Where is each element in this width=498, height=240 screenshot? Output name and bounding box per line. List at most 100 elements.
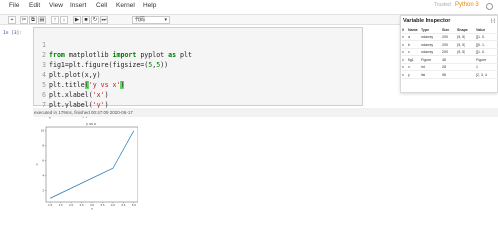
menu-view[interactable]: View: [49, 2, 63, 9]
menu-help[interactable]: Help: [143, 2, 156, 9]
table-row[interactable]: x y list 96 [2, 3, 4: [402, 71, 498, 79]
cut-icon[interactable]: ✂: [20, 16, 28, 24]
menu-cell[interactable]: Cell: [96, 2, 107, 9]
x-tick-label: 3.5: [100, 203, 104, 207]
column-header: X: [402, 27, 405, 32]
x-axis-label: x: [91, 207, 93, 211]
table-cell: y: [408, 72, 410, 77]
table-cell: list: [421, 72, 426, 77]
table-cell: 28: [442, 65, 446, 69]
restart-icon[interactable]: ↻: [91, 16, 99, 24]
cell-prompt: In [3]:: [3, 31, 22, 36]
code-line: 1 from matplotlib import pyplot as plt: [34, 30, 362, 59]
table-cell: [[0. 1.: [476, 42, 485, 47]
table-cell[interactable]: x: [402, 58, 404, 62]
x-tick-label: 1.5: [59, 203, 63, 207]
y-tick-label: 10: [41, 129, 45, 133]
table-row[interactable]: x c ndarray 200 (5, 5) [[1. 0.: [402, 49, 498, 56]
code-line: 3 plt.plot(x,y): [34, 50, 362, 79]
table-cell: [2, 3, 4: [476, 72, 487, 77]
table-cell[interactable]: x: [402, 43, 404, 47]
run-icon[interactable]: ▶: [73, 16, 81, 24]
plot-output: y vs x 1.0 1.5 2.0 2.5 3.0 3.5 4.0 4.5 5.0 2 4 6 8 10…: [33, 121, 139, 211]
x-tick-label: 2.5: [79, 203, 83, 207]
x-tick-label: 4.0: [111, 203, 115, 207]
variable-table: X Name Type Size Shape Value x a ndarray 200 (5, 5…: [402, 26, 498, 79]
x-tick-label: 5.0: [132, 203, 136, 207]
menu-kernel[interactable]: Kernel: [116, 2, 135, 9]
table-cell: int: [421, 65, 425, 69]
cell-type-select[interactable]: 代码 ▾: [132, 16, 170, 24]
table-cell: ndarray: [421, 35, 434, 39]
table-cell: (5, 5): [457, 50, 466, 54]
y-tick-label: 6: [42, 159, 44, 163]
y-tick-label: 4: [42, 174, 44, 178]
table-cell: b: [408, 42, 410, 47]
line-chart: y vs x 1.0 1.5 2.0 2.5 3.0 3.5 4.0 4.5 5.0246810…: [36, 122, 139, 211]
table-cell[interactable]: x: [402, 73, 404, 77]
cell-type-value: 代码: [135, 17, 146, 23]
table-cell: (5, 5): [457, 35, 466, 39]
column-header: Shape: [457, 27, 468, 32]
copy-icon[interactable]: ⧉: [29, 16, 37, 24]
code-line: 2 fig1=plt.figure(figsize=(5,5)): [34, 40, 362, 69]
table-row[interactable]: x x int 28 1: [402, 64, 498, 71]
table-cell: [[1. 0.: [476, 50, 485, 54]
code-line: 6 plt.ylabel('y'): [34, 80, 362, 109]
code-line: 4 plt.title('y vs x'): [34, 60, 362, 89]
table-header-row: X Name Type Size Shape Value: [402, 26, 498, 34]
variable-inspector-title: Variable Inspector: [403, 18, 451, 24]
table-cell: 1: [476, 65, 478, 69]
move-down-icon[interactable]: ↓: [60, 16, 68, 24]
stop-icon[interactable]: ■: [82, 16, 90, 24]
table-cell[interactable]: x: [402, 50, 404, 54]
move-up-icon[interactable]: ↑: [51, 16, 59, 24]
table-row[interactable]: x b ndarray 200 (5, 5) [[0. 1.: [402, 41, 498, 49]
table-cell: Figure: [476, 57, 487, 62]
x-tick-label: 2.0: [69, 203, 73, 207]
table-cell: 200: [442, 42, 448, 47]
code-cell-editor[interactable]: 1 from matplotlib import pyplot as plt 2…: [33, 27, 363, 119]
column-header: Value: [476, 27, 486, 32]
paste-icon[interactable]: ▤: [38, 16, 46, 24]
code-line: 5 plt.xlabel('x'): [34, 70, 362, 99]
code-line: 7 plt.show(): [34, 90, 362, 119]
trusted-indicator[interactable]: Trusted: [434, 2, 451, 8]
save-icon[interactable]: +: [8, 16, 16, 24]
chevron-down-icon: ▾: [164, 17, 167, 23]
table-cell[interactable]: x: [402, 35, 404, 39]
table-cell[interactable]: x: [402, 65, 404, 69]
column-header: Size: [442, 27, 450, 32]
table-cell: 200: [442, 35, 448, 39]
notebook-window: File Edit View Insert Cell Kernel Help T…: [0, 0, 498, 210]
y-axis-label: y: [36, 162, 38, 166]
x-tick-label: 1.0: [48, 203, 52, 207]
chart-title: y vs x: [86, 122, 96, 126]
menu-bar: File Edit View Insert Cell Kernel Help T…: [0, 0, 498, 13]
table-cell: a: [408, 35, 410, 39]
variable-inspector-panel[interactable]: Variable Inspector [-] X Name Type Size Shap…: [400, 15, 498, 93]
collapse-button[interactable]: [-]: [491, 18, 495, 23]
table-row[interactable]: x a ndarray 200 (5, 5) [[1. 0.: [402, 34, 498, 41]
table-cell: 48: [442, 57, 446, 62]
execution-info: executed in 179ms, finished 00:47:09 202…: [33, 108, 498, 117]
table-cell: x: [408, 65, 410, 69]
table-cell: ndarray: [421, 50, 434, 54]
plot-area: [45, 126, 139, 203]
run-all-icon[interactable]: ⏭: [100, 16, 108, 24]
table-cell: 200: [442, 50, 448, 54]
y-tick-label: 8: [42, 144, 44, 148]
menu-edit[interactable]: Edit: [29, 2, 40, 9]
column-header: Type: [421, 27, 430, 32]
table-cell: (5, 5): [457, 42, 466, 47]
table-cell: fig1: [408, 57, 414, 62]
table-cell: Figure: [421, 57, 432, 62]
table-cell: c: [408, 50, 410, 54]
table-cell: 96: [442, 72, 446, 77]
menu-insert[interactable]: Insert: [70, 2, 86, 9]
table-cell: [[1. 0.: [476, 35, 485, 39]
table-row[interactable]: x fig1 Figure 48 Figure: [402, 56, 498, 64]
menu-file[interactable]: File: [9, 2, 19, 9]
table-cell: ndarray: [421, 42, 434, 47]
kernel-name[interactable]: Python 3: [455, 2, 479, 8]
